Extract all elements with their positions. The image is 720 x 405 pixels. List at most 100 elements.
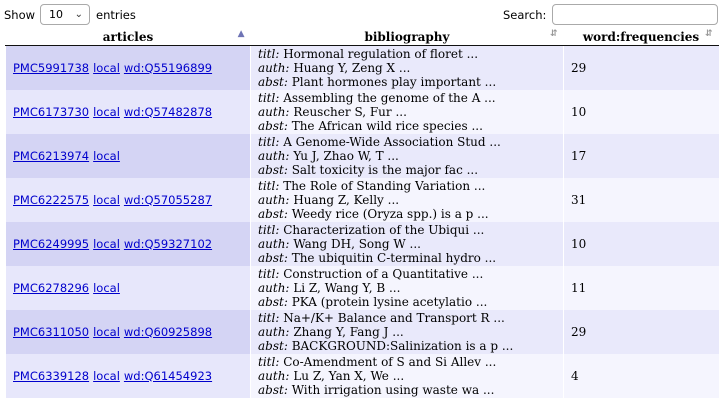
table-row: PMC6278296 local titl: Construction of a Q… <box>5 265 719 310</box>
bib-author-line: auth: Li Z, Wang Y, B ... <box>258 281 563 295</box>
articles-cell: PMC6249995 local wd:Q59327102 <box>5 221 251 266</box>
entries-select[interactable]: 10 ⌄ <box>40 4 90 25</box>
bib-authors: Lu Z, Yan X, We ... <box>293 368 405 383</box>
local-link[interactable]: local <box>93 369 120 383</box>
wikidata-link[interactable]: wd:Q55196899 <box>124 61 212 75</box>
table-row: PMC6173730 local wd:Q57482878 titl: Assembl… <box>5 89 719 134</box>
bib-title: A Genome-Wide Association Stud ... <box>283 134 501 149</box>
column-header-label: word:frequencies <box>582 29 700 44</box>
pmc-link[interactable]: PMC6213974 <box>13 149 89 163</box>
bib-authors: Wang DH, Song W ... <box>293 236 421 251</box>
frequency-cell: 4 <box>563 353 719 398</box>
table-row: PMC6222575 local wd:Q57055287 titl: The Rol… <box>5 177 719 222</box>
bib-abstract: Weedy rice (Oryza spp.) is a p ... <box>291 206 489 221</box>
local-link[interactable]: local <box>93 237 120 251</box>
pmc-link[interactable]: PMC5991738 <box>13 61 89 75</box>
bib-authors: Yu J, Zhao W, T ... <box>293 148 399 163</box>
bibliography-cell: titl: Hormonal regulation of floret ... a… <box>250 45 564 90</box>
bib-title-line: titl: The Role of Standing Variation ... <box>258 179 563 193</box>
bib-title-line: titl: Assembling the genome of the A ... <box>258 91 563 105</box>
column-header-articles[interactable]: articles ▲ <box>5 28 251 46</box>
local-link[interactable]: local <box>93 193 120 207</box>
wikidata-link[interactable]: wd:Q59327102 <box>124 237 212 251</box>
wikidata-link[interactable]: wd:Q57482878 <box>124 105 212 119</box>
bib-title: Construction of a Quantitative ... <box>283 266 484 281</box>
column-header-label: bibliography <box>364 29 450 44</box>
show-label: Show <box>4 8 36 22</box>
local-link[interactable]: local <box>93 61 120 75</box>
bib-abstract-line: abst: Weedy rice (Oryza spp.) is a p ... <box>258 207 563 221</box>
bib-title-line: titl: A Genome-Wide Association Stud ... <box>258 135 563 149</box>
bib-abstract-line: abst: PKA (protein lysine acetylatio ... <box>258 295 563 309</box>
pmc-link[interactable]: PMC6311050 <box>13 325 89 339</box>
column-header-word-frequencies[interactable]: word:frequencies ⇵ <box>563 28 719 46</box>
bib-abstract-line: abst: The ubiquitin C-terminal hydro ... <box>258 251 563 265</box>
bib-abstract: PKA (protein lysine acetylatio ... <box>291 294 488 309</box>
frequency-cell: 10 <box>563 221 719 266</box>
pmc-link[interactable]: PMC6339128 <box>13 369 89 383</box>
bib-author-label: auth: <box>258 60 290 75</box>
column-header-bibliography[interactable]: bibliography ⇵ <box>250 28 564 46</box>
bib-title: Hormonal regulation of floret ... <box>283 46 479 61</box>
bib-author-label: auth: <box>258 324 290 339</box>
bibliography-cell: titl: Na+/K+ Balance and Transport R ...… <box>250 309 564 354</box>
bib-title-label: titl: <box>258 266 280 281</box>
bib-abstract-line: abst: The African wild rice species ... <box>258 119 563 133</box>
bib-title: Assembling the genome of the A ... <box>283 90 496 105</box>
bib-author-line: auth: Reuscher S, Fur ... <box>258 105 563 119</box>
table-row: PMC6339128 local wd:Q61454923 titl: Co-Amen… <box>5 353 719 398</box>
bib-abstract: The African wild rice species ... <box>291 118 483 133</box>
sort-both-icon: ⇵ <box>549 29 558 39</box>
bib-title-label: titl: <box>258 134 280 149</box>
bib-abstract: The ubiquitin C-terminal hydro ... <box>291 250 497 265</box>
chevron-down-icon: ⌄ <box>74 9 83 20</box>
local-link[interactable]: local <box>93 325 120 339</box>
bib-abstract-label: abst: <box>258 162 288 177</box>
bibliography-cell: titl: Co-Amendment of S and Si Allev ...… <box>250 353 564 398</box>
wikidata-link[interactable]: wd:Q57055287 <box>124 193 212 207</box>
local-link[interactable]: local <box>93 149 120 163</box>
local-link[interactable]: local <box>93 281 120 295</box>
pmc-link[interactable]: PMC6249995 <box>13 237 89 251</box>
frequency-cell: 17 <box>563 133 719 178</box>
bib-author-label: auth: <box>258 192 290 207</box>
bib-authors: Zhang Y, Fang J ... <box>293 324 404 339</box>
bib-author-line: auth: Zhang Y, Fang J ... <box>258 325 563 339</box>
bibliography-cell: titl: Characterization of the Ubiqui ...… <box>250 221 564 266</box>
bib-title-label: titl: <box>258 178 280 193</box>
bib-title-line: titl: Co-Amendment of S and Si Allev ... <box>258 355 563 369</box>
search-input[interactable] <box>552 4 718 25</box>
table-row: PMC5991738 local wd:Q55196899 titl: Hormona… <box>5 45 719 90</box>
bib-title-label: titl: <box>258 222 280 237</box>
bib-author-line: auth: Wang DH, Song W ... <box>258 237 563 251</box>
bib-abstract-label: abst: <box>258 206 288 221</box>
bib-abstract-line: abst: Salt toxicity is the major fac ... <box>258 163 563 177</box>
wikidata-link[interactable]: wd:Q60925898 <box>124 325 212 339</box>
bib-author-line: auth: Lu Z, Yan X, We ... <box>258 369 563 383</box>
bib-title-label: titl: <box>258 354 280 369</box>
table-controls: Show 10 ⌄ entries Search: <box>0 0 720 30</box>
bib-author-line: auth: Huang Z, Kelly ... <box>258 193 563 207</box>
articles-cell: PMC6213974 local <box>5 133 251 178</box>
articles-cell: PMC6278296 local <box>5 265 251 310</box>
pmc-link[interactable]: PMC6222575 <box>13 193 89 207</box>
bib-authors: Huang Y, Zeng X ... <box>293 60 411 75</box>
articles-cell: PMC6222575 local wd:Q57055287 <box>5 177 251 222</box>
bib-abstract-label: abst: <box>258 338 288 353</box>
bib-title: Na+/K+ Balance and Transport R ... <box>283 310 505 325</box>
pmc-link[interactable]: PMC6173730 <box>13 105 89 119</box>
pmc-link[interactable]: PMC6278296 <box>13 281 89 295</box>
bib-abstract-line: abst: Plant hormones play important ... <box>258 75 563 89</box>
table-row: PMC6311050 local wd:Q60925898 titl: Na+/K+ … <box>5 309 719 354</box>
articles-cell: PMC6339128 local wd:Q61454923 <box>5 353 251 398</box>
bib-title: Co-Amendment of S and Si Allev ... <box>283 354 497 369</box>
articles-cell: PMC5991738 local wd:Q55196899 <box>5 45 251 90</box>
local-link[interactable]: local <box>93 105 120 119</box>
bib-title: The Role of Standing Variation ... <box>283 178 486 193</box>
bib-title-line: titl: Na+/K+ Balance and Transport R ... <box>258 311 563 325</box>
wikidata-link[interactable]: wd:Q61454923 <box>124 369 212 383</box>
bibliography-cell: titl: A Genome-Wide Association Stud ...… <box>250 133 564 178</box>
bib-abstract-label: abst: <box>258 74 288 89</box>
bib-title: Characterization of the Ubiqui ... <box>283 222 485 237</box>
bibliography-cell: titl: The Role of Standing Variation ...… <box>250 177 564 222</box>
